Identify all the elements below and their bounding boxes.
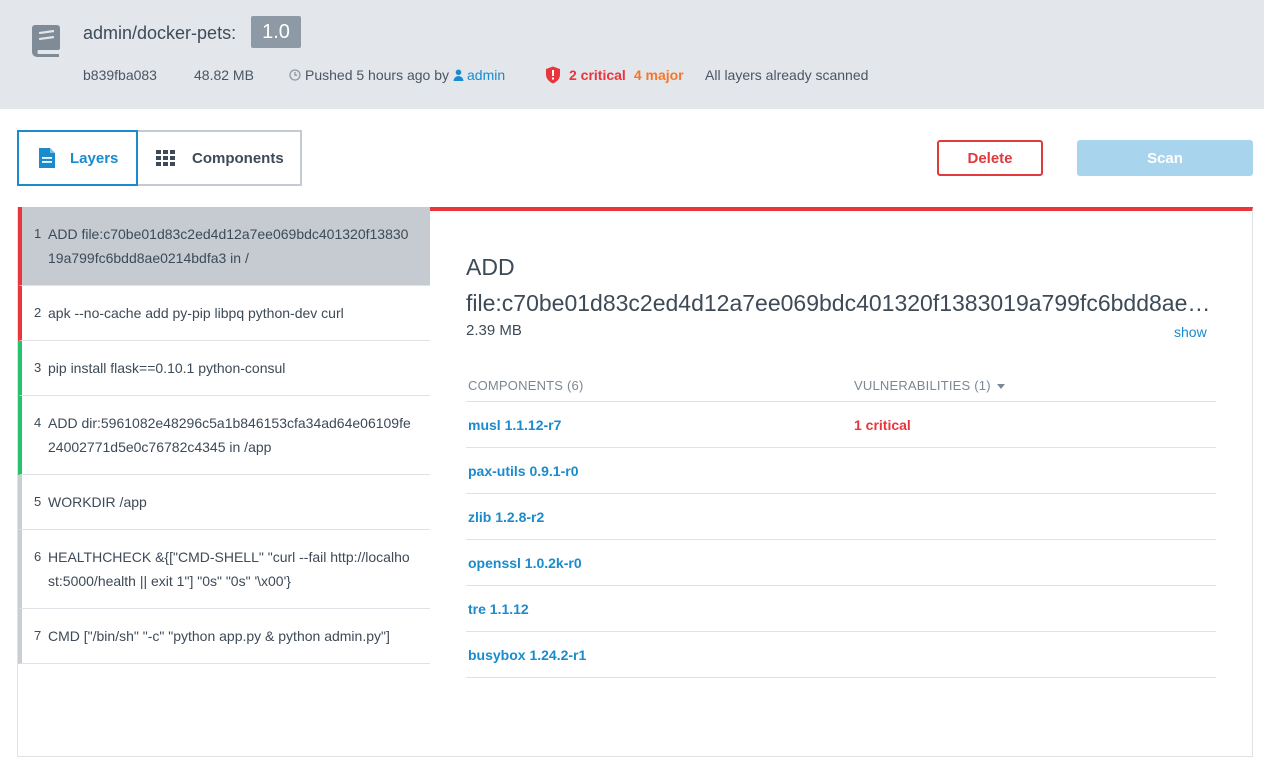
scan-button[interactable]: Scan [1077,140,1253,176]
layer-row[interactable]: 4 ADD dir:5961082e48296c5a1b846153cfa34a… [18,396,430,475]
layer-number: 5 [34,494,42,509]
layer-row[interactable]: 5 WORKDIR /app [18,475,430,530]
layer-row[interactable]: 2 apk --no-cache add py-pip libpq python… [18,286,430,341]
vulnerabilities-column-header[interactable]: VULNERABILITIES (1) [854,371,1005,401]
layer-detail-title-argument: file:c70be01d83c2ed4d12a7ee069bdc401320f… [466,290,1216,316]
tab-layers[interactable]: Layers [17,130,138,186]
vulnerability-summary: 2 critical 4 major [545,66,684,84]
caret-down-icon [996,383,1005,389]
image-id: b839fba083 [83,67,157,83]
layer-row[interactable]: 1 ADD file:c70be01d83c2ed4d12a7ee069bdc4… [18,207,430,286]
component-link[interactable]: openssl 1.0.2k-r0 [466,555,854,571]
layer-number: 4 [34,415,42,430]
component-link[interactable]: tre 1.1.12 [466,601,854,617]
tab-layers-label: Layers [70,149,119,167]
component-link[interactable]: musl 1.1.12-r7 [466,417,854,433]
delete-button[interactable]: Delete [937,140,1043,176]
layer-row[interactable]: 7 CMD ["/bin/sh" "-c" "python app.py & p… [18,609,430,664]
component-vulnerabilities: 1 critical [854,416,911,433]
show-full-command-link[interactable]: show [1174,324,1207,340]
layer-detail-title: ADD file:c70be01d83c2ed4d12a7ee069bdc401… [466,249,1216,321]
layer-number: 6 [34,549,42,564]
layer-number: 7 [34,628,42,643]
layer-command: HEALTHCHECK &{["CMD-SHELL" "curl --fail … [48,549,410,589]
components-table: COMPONENTS (6) VULNERABILITIES (1) musl … [466,371,1216,678]
layer-detail-panel: ADD file:c70be01d83c2ed4d12a7ee069bdc401… [430,207,1253,757]
tab-components[interactable]: Components [138,130,302,186]
layer-number: 2 [34,305,42,320]
layer-command: CMD ["/bin/sh" "-c" "python app.py & pyt… [48,628,390,644]
table-row: openssl 1.0.2k-r0 [466,540,1216,586]
image-size: 48.82 MB [194,67,254,83]
shield-alert-icon [546,66,560,84]
image-tag: 1.0 [251,16,301,48]
layer-number: 3 [34,360,42,375]
repository-book-icon [32,25,60,57]
layer-detail-title-instruction: ADD [466,254,515,280]
layer-command: apk --no-cache add py-pip libpq python-d… [48,305,344,321]
layer-command: pip install flask==0.10.1 python-consul [48,360,286,376]
layer-row[interactable]: 3 pip install flask==0.10.1 python-consu… [18,341,430,396]
table-row: tre 1.1.12 [466,586,1216,632]
scan-status: All layers already scanned [705,67,869,83]
critical-count: 2 critical [569,67,626,83]
pushed-by-link[interactable]: admin [453,66,505,84]
pushed-info: Pushed 5 hours ago by admin [289,66,505,84]
layer-row[interactable]: 6 HEALTHCHECK &{["CMD-SHELL" "curl --fai… [18,530,430,609]
grid-icon [156,150,175,166]
view-tabs: Layers Components [17,130,302,186]
layer-command: WORKDIR /app [48,494,147,510]
layers-list: 1 ADD file:c70be01d83c2ed4d12a7ee069bdc4… [17,207,430,757]
table-row: musl 1.1.12-r7 1 critical [466,402,1216,448]
vulnerabilities-header-label: VULNERABILITIES (1) [854,378,991,393]
component-link[interactable]: busybox 1.24.2-r1 [466,647,854,663]
layer-command: ADD dir:5961082e48296c5a1b846153cfa34ad6… [48,415,411,455]
component-link[interactable]: pax-utils 0.9.1-r0 [466,463,854,479]
layer-number: 1 [34,226,42,241]
repo-header: admin/docker-pets: 1.0 b839fba083 48.82 … [0,0,1264,109]
table-row: zlib 1.2.8-r2 [466,494,1216,540]
major-count: 4 major [633,67,684,83]
components-column-header[interactable]: COMPONENTS (6) [466,371,854,401]
table-row: busybox 1.24.2-r1 [466,632,1216,678]
user-icon [453,69,464,81]
pushed-by-name: admin [467,67,506,83]
components-table-header: COMPONENTS (6) VULNERABILITIES (1) [466,371,1216,402]
tab-components-label: Components [192,149,284,167]
repo-name: admin/docker-pets: [83,23,237,43]
layer-command: ADD file:c70be01d83c2ed4d12a7ee069bdc401… [48,226,409,266]
component-link[interactable]: zlib 1.2.8-r2 [466,509,854,525]
table-row: pax-utils 0.9.1-r0 [466,448,1216,494]
document-icon [39,148,55,168]
pushed-text: Pushed 5 hours ago by [305,67,449,83]
layer-size: 2.39 MB [466,322,522,339]
clock-icon [289,69,301,81]
